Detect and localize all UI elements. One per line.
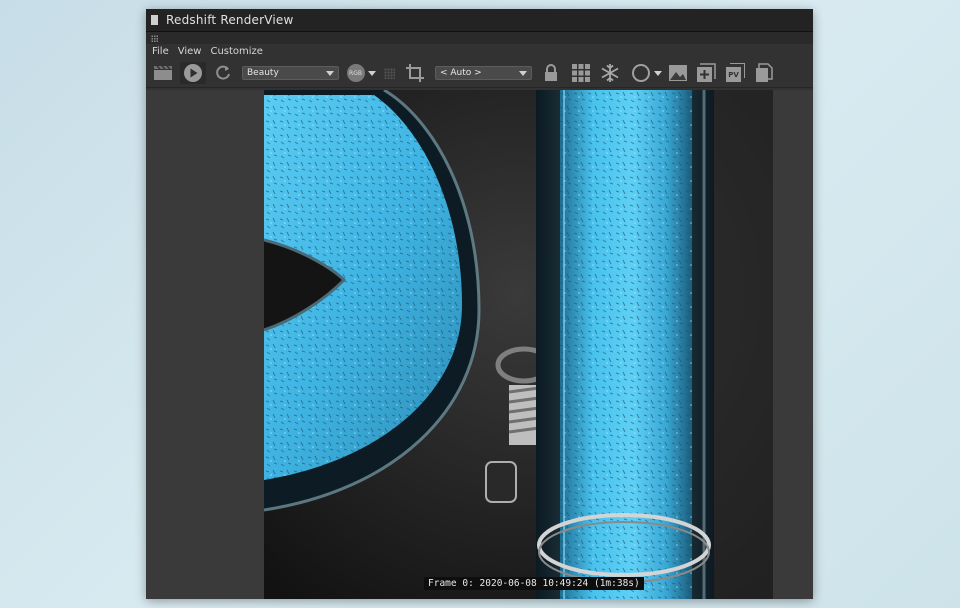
lock-icon[interactable] (541, 62, 561, 84)
circle-tool-button[interactable] (629, 62, 663, 84)
chevron-down-icon (367, 70, 376, 76)
rgb-badge-label: RGB (349, 69, 362, 77)
pv-icon[interactable]: PV (725, 62, 747, 84)
region-select[interactable]: < Auto > (435, 66, 532, 80)
dock-handle[interactable] (146, 32, 813, 44)
menu-bar: File View Customize (146, 44, 813, 59)
title-bar[interactable]: Redshift RenderView (146, 9, 813, 32)
render-play-button[interactable] (180, 62, 206, 84)
menu-file[interactable]: File (152, 46, 169, 57)
menu-view[interactable]: View (178, 46, 202, 57)
window-title: Redshift RenderView (166, 13, 294, 27)
grip-icon[interactable] (151, 34, 159, 42)
play-icon (184, 64, 202, 82)
frame-label: Frame (428, 578, 457, 589)
render-viewport[interactable] (146, 90, 813, 599)
aov-select[interactable]: Beauty (242, 66, 339, 80)
aov-select-value: Beauty (247, 68, 279, 78)
crop-icon[interactable] (403, 62, 427, 84)
chevron-down-icon (326, 70, 334, 76)
rgb-channel-button[interactable]: RGB (345, 62, 377, 84)
window-icon (151, 15, 158, 25)
image-icon[interactable] (667, 62, 689, 84)
circle-icon (631, 64, 650, 82)
image-add-icon[interactable] (695, 62, 717, 84)
clapperboard-icon[interactable] (152, 62, 174, 84)
render-image-canvas (264, 90, 773, 599)
rgb-channel-icon: RGB (346, 64, 365, 82)
render-time: 10:49:24 (542, 578, 589, 589)
render-status-bar: Frame 0: 2020-06-08 10:49:24 (1m:38s) (424, 577, 644, 590)
grid-icon[interactable] (570, 62, 592, 84)
chevron-down-icon (519, 70, 527, 76)
snowflake-icon[interactable] (599, 62, 621, 84)
frame-number: 0: (462, 578, 474, 589)
refresh-icon[interactable] (212, 62, 234, 84)
render-image (264, 90, 773, 599)
renderview-window: Redshift RenderView File View Customize … (146, 9, 813, 599)
grid-dots-icon[interactable] (381, 62, 397, 84)
chevron-down-icon (653, 70, 662, 76)
toolbar: Beauty RGB < Auto > PV (146, 59, 813, 88)
pv-label: PV (728, 70, 739, 79)
render-date: 2020-06-08 (479, 578, 537, 589)
render-duration: (1m:38s) (593, 578, 640, 589)
menu-customize[interactable]: Customize (210, 46, 263, 57)
copy-icon[interactable] (753, 62, 775, 84)
region-select-value: < Auto > (440, 68, 482, 78)
